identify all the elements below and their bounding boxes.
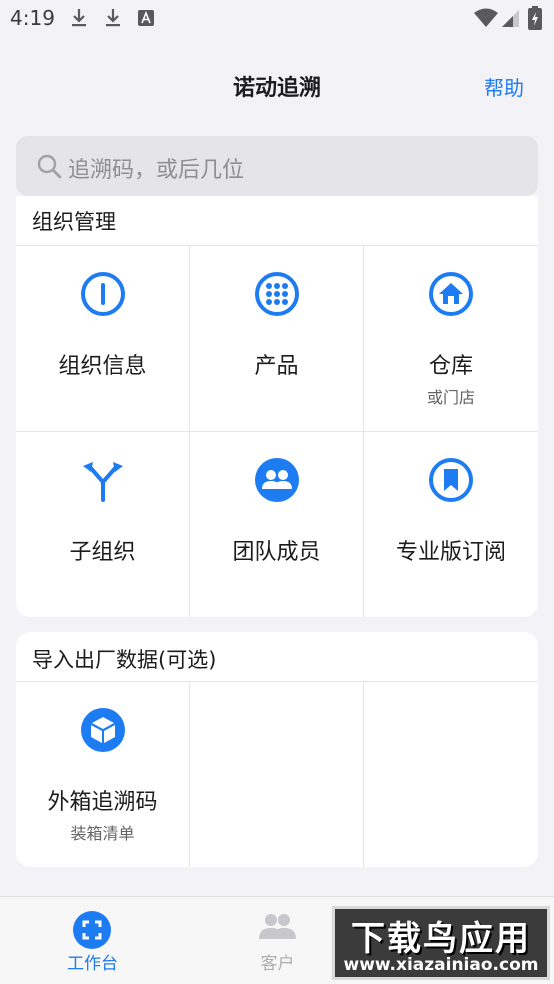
org-management-card: 组织管理 组织信息 产品 仓库 或门店 子组织 团队成员 专业版订阅 <box>16 196 538 617</box>
people-icon <box>255 458 299 502</box>
grid-item-label: 团队成员 <box>232 540 321 565</box>
grid-item-products[interactable]: 产品 <box>190 246 364 432</box>
grid-item-label: 子组织 <box>69 540 136 565</box>
section-title: 导入出厂数据(可选) <box>32 648 217 672</box>
import-data-card: 导入出厂数据(可选) 外箱追溯码 装箱清单 <box>16 632 538 867</box>
grid-item-outer-box-code[interactable]: 外箱追溯码 装箱清单 <box>16 682 190 867</box>
grid-item-label: 产品 <box>254 354 299 379</box>
grid-item-empty <box>364 682 538 867</box>
bookmark-icon <box>429 458 473 502</box>
battery-icon <box>528 6 542 30</box>
grid-item-label: 仓库 <box>428 354 473 379</box>
download-icon <box>106 9 120 27</box>
download-icon <box>72 9 86 27</box>
box-icon <box>81 708 125 752</box>
help-button[interactable]: 帮助 <box>484 72 524 101</box>
grid-item-label: 组织信息 <box>58 354 147 379</box>
grid-item-sublabel: 装箱清单 <box>70 824 135 843</box>
grid-item-label: 外箱追溯码 <box>47 790 158 815</box>
signal-icon <box>502 10 519 27</box>
search-icon <box>37 154 62 179</box>
grid-item-org-info[interactable]: 组织信息 <box>16 246 190 432</box>
nav-bar: 诺动追溯 帮助 <box>0 38 554 132</box>
fork-arrows-icon <box>83 462 123 502</box>
tab-label: 工作台 <box>67 954 118 974</box>
watermark-url: www.xiazainiao.com <box>343 955 539 975</box>
status-time: 4:19 <box>10 6 55 30</box>
grid-item-team-members[interactable]: 团队成员 <box>190 432 364 617</box>
people-icon <box>259 914 296 939</box>
section-header: 导入出厂数据(可选) <box>16 632 538 682</box>
grid-item-pro-subscription[interactable]: 专业版订阅 <box>364 432 538 617</box>
watermark-title: 下载鸟应用 <box>351 919 531 959</box>
tab-workbench[interactable]: 工作台 <box>0 897 185 984</box>
grid-item-sublabel: 或门店 <box>426 388 475 407</box>
section-title: 组织管理 <box>32 210 116 234</box>
info-icon <box>81 272 125 316</box>
scan-icon <box>73 911 111 949</box>
grid-item-warehouse[interactable]: 仓库 或门店 <box>364 246 538 432</box>
search-placeholder: 追溯码，或后几位 <box>68 158 245 183</box>
font-app-icon <box>138 10 154 26</box>
search-input[interactable]: 追溯码，或后几位 <box>16 136 538 196</box>
status-bar: 4:19 <box>0 0 554 38</box>
watermark-logo: 下载鸟应用 www.xiazainiao.com <box>332 906 550 980</box>
section-header: 组织管理 <box>16 196 538 246</box>
wifi-icon <box>474 8 498 27</box>
page-title: 诺动追溯 <box>232 76 321 101</box>
grid-item-empty <box>190 682 364 867</box>
house-icon <box>429 272 473 316</box>
grid-item-sub-org[interactable]: 子组织 <box>16 432 190 617</box>
grid-dots-icon <box>255 272 299 316</box>
grid-item-label: 专业版订阅 <box>395 540 506 565</box>
